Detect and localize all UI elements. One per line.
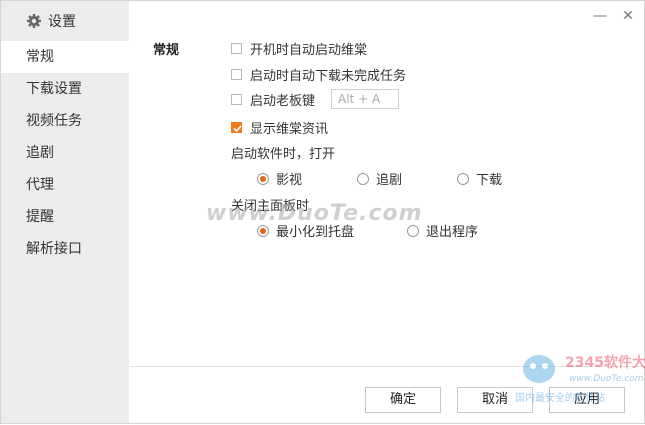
startup-choice-movies[interactable]: 影视: [257, 169, 302, 188]
close-exit-radio[interactable]: [407, 224, 419, 237]
section-title: 常规: [153, 43, 180, 58]
logo-sub-text: 国内最安全的软件站: [515, 391, 605, 404]
autostart-label: 开机时自动启动维棠: [250, 43, 368, 58]
close-button[interactable]: ✕: [621, 9, 635, 23]
logo-url-text: www.DuoTe.com: [569, 374, 644, 384]
close-minimize-radio[interactable]: [257, 224, 269, 237]
sidebar-item-parse-api[interactable]: 解析接口: [1, 233, 129, 265]
logo-brand-text: 2345软件大全: [565, 354, 645, 371]
startup-series-label: 追剧: [376, 173, 403, 188]
option-boss-key[interactable]: 启动老板键 Alt + A: [231, 89, 400, 109]
gear-icon: [27, 14, 41, 28]
startup-choice-download[interactable]: 下载: [457, 169, 502, 188]
startup-download-label: 下载: [476, 173, 503, 188]
sidebar-item-reminder[interactable]: 提醒: [1, 201, 129, 233]
startup-series-radio[interactable]: [357, 172, 369, 185]
show-news-label: 显示维棠资讯: [250, 122, 329, 137]
sidebar-item-video-tasks[interactable]: 视频任务: [1, 105, 129, 137]
show-news-checkbox[interactable]: [231, 122, 242, 133]
minimize-button[interactable]: —: [593, 9, 607, 23]
autostart-checkbox[interactable]: [231, 43, 242, 54]
sidebar-item-follow-series[interactable]: 追剧: [1, 137, 129, 169]
sidebar-title: 设置: [48, 14, 76, 30]
watermark-text: www.DuoTe.com: [206, 201, 423, 226]
auto-download-label: 启动时自动下载未完成任务: [250, 69, 407, 84]
option-auto-download[interactable]: 启动时自动下载未完成任务: [231, 65, 406, 84]
sidebar-item-proxy[interactable]: 代理: [1, 169, 129, 201]
auto-download-checkbox[interactable]: [231, 69, 242, 80]
sidebar-header: 设置: [26, 11, 76, 31]
sidebar-item-download-settings[interactable]: 下载设置: [1, 73, 129, 105]
site-logo-watermark: 2345软件大全 www.DuoTe.com 国内最安全的软件站: [515, 354, 645, 404]
sidebar: 设置 常规 下载设置 视频任务 追剧 代理 提醒 解析接口: [1, 1, 129, 423]
ok-button[interactable]: 确定: [365, 387, 441, 413]
startup-open-label: 启动软件时，打开: [231, 147, 336, 162]
startup-choice-series[interactable]: 追剧: [357, 169, 402, 188]
sidebar-nav: 常规 下载设置 视频任务 追剧 代理 提醒 解析接口: [1, 41, 129, 265]
boss-key-hotkey-field[interactable]: Alt + A: [331, 89, 400, 109]
boss-key-checkbox[interactable]: [231, 93, 242, 105]
close-exit-label: 退出程序: [426, 225, 479, 240]
option-show-news[interactable]: 显示维棠资讯: [231, 118, 328, 137]
check-icon: [233, 125, 242, 133]
boss-key-label: 启动老板键: [250, 93, 316, 109]
sidebar-item-general[interactable]: 常规: [1, 41, 129, 73]
startup-movies-radio[interactable]: [257, 172, 269, 185]
settings-window: 设置 常规 下载设置 视频任务 追剧 代理 提醒 解析接口 — ✕ 常规 开机时…: [0, 0, 645, 424]
startup-download-radio[interactable]: [457, 172, 469, 185]
startup-movies-label: 影视: [276, 173, 303, 188]
option-autostart[interactable]: 开机时自动启动维棠: [231, 39, 367, 58]
